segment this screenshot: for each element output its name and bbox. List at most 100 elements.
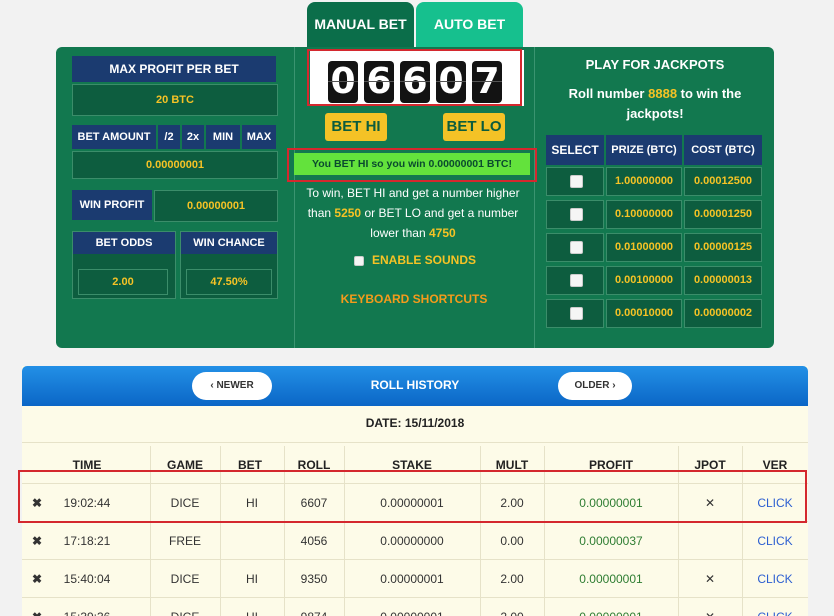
col-stake: STAKE bbox=[392, 458, 432, 472]
col-mult: MULT bbox=[495, 458, 529, 472]
history-row: ✖ 15:40:04 DICE HI 9350 0.00000001 2.00 … bbox=[22, 559, 808, 598]
half-button[interactable]: /2 bbox=[158, 125, 180, 149]
col-game: GAME bbox=[167, 458, 203, 472]
row-jpot bbox=[678, 522, 742, 560]
row-profit: 0.00000001 bbox=[579, 496, 643, 510]
row-mult: 2.00 bbox=[480, 598, 544, 616]
roll-digit: 6 bbox=[400, 61, 430, 103]
tab-manual-bet[interactable]: MANUAL BET bbox=[307, 2, 414, 48]
col-bet: BET bbox=[238, 458, 262, 472]
jackpot-prize: 0.01000000 bbox=[606, 233, 682, 262]
roll-history-panel: ‹ NEWER ROLL HISTORY OLDER › DATE: 15/11… bbox=[22, 366, 808, 616]
panel-divider bbox=[294, 47, 295, 348]
jackpot-select-cell bbox=[546, 233, 604, 262]
max-profit-value: 20 BTC bbox=[72, 84, 278, 116]
row-verify-link[interactable]: CLICK bbox=[742, 484, 808, 522]
win-info-text: To win, BET HI and get a number higher t… bbox=[298, 183, 528, 243]
row-stake: 0.00000001 bbox=[380, 496, 444, 510]
win-chance-label: WIN CHANCE bbox=[181, 232, 277, 254]
panel-divider bbox=[534, 47, 535, 348]
jackpot-checkbox[interactable] bbox=[570, 274, 583, 287]
row-time: 15:39:36 bbox=[58, 598, 116, 616]
col-jpot: JPOT bbox=[694, 458, 726, 472]
jackpot-checkbox[interactable] bbox=[570, 175, 583, 188]
keyboard-shortcuts-link[interactable]: KEYBOARD SHORTCUTS bbox=[324, 292, 504, 306]
newer-button[interactable]: ‹ NEWER bbox=[192, 372, 272, 400]
jackpot-col-cost: COST (BTC) bbox=[684, 135, 762, 165]
older-label: OLDER bbox=[574, 380, 610, 391]
jackpot-prize: 0.00010000 bbox=[606, 299, 682, 328]
row-jpot: ✕ bbox=[704, 572, 716, 586]
row-time: 17:18:21 bbox=[63, 534, 111, 548]
win-profit-value: 0.00000001 bbox=[154, 190, 278, 222]
win-profit-label: WIN PROFIT bbox=[72, 190, 152, 220]
jackpot-cost: 0.00001250 bbox=[684, 200, 762, 229]
bet-amount-input[interactable]: 0.00000001 bbox=[72, 151, 278, 179]
jackpot-title: PLAY FOR JACKPOTS bbox=[585, 57, 725, 72]
hi-threshold: 5250 bbox=[334, 206, 362, 220]
bet-odds-value[interactable]: 2.00 bbox=[78, 269, 168, 295]
row-verify-link[interactable]: CLICK bbox=[742, 522, 808, 560]
jackpot-subtitle-part: Roll number bbox=[568, 86, 645, 101]
jackpot-prize: 1.00000000 bbox=[606, 167, 682, 196]
row-roll: 9874 bbox=[284, 598, 344, 616]
bet-lo-button[interactable]: BET LO bbox=[443, 113, 505, 141]
row-jpot: ✕ bbox=[704, 496, 716, 510]
expand-icon[interactable]: ✖ bbox=[26, 560, 48, 598]
row-profit: 0.00000037 bbox=[579, 534, 643, 548]
max-profit-label: MAX PROFIT PER BET bbox=[72, 56, 276, 82]
jackpot-select-cell bbox=[546, 167, 604, 196]
row-roll: 4056 bbox=[300, 534, 328, 548]
jackpot-select-cell bbox=[546, 200, 604, 229]
expand-icon[interactable]: ✖ bbox=[26, 484, 48, 522]
roll-history-header: ‹ NEWER ROLL HISTORY OLDER › bbox=[22, 366, 808, 406]
jackpot-subtitle: Roll number 8888 to win the jackpots! bbox=[548, 84, 762, 124]
row-stake: 0.00000001 bbox=[380, 572, 444, 586]
chevron-right-icon: › bbox=[609, 380, 616, 391]
jackpot-checkbox[interactable] bbox=[570, 241, 583, 254]
history-divider bbox=[22, 442, 808, 443]
row-jpot: ✕ bbox=[678, 598, 742, 616]
history-row: ✖ 15:39:36 DICE HI 9874 0.00000001 2.00 … bbox=[22, 597, 808, 616]
row-game: DICE bbox=[150, 598, 220, 616]
max-button[interactable]: MAX bbox=[242, 125, 276, 149]
row-verify-link[interactable]: CLICK bbox=[742, 598, 808, 616]
row-profit: 0.00000001 bbox=[579, 572, 643, 586]
row-game: DICE bbox=[170, 572, 200, 586]
bet-panel: MAX PROFIT PER BET 20 BTC BET AMOUNT /2 … bbox=[56, 47, 774, 348]
col-ver: VER bbox=[762, 458, 788, 472]
row-time: 15:40:04 bbox=[63, 572, 111, 586]
jackpot-prize: 0.10000000 bbox=[606, 200, 682, 229]
older-button[interactable]: OLDER › bbox=[558, 372, 632, 400]
enable-sounds-checkbox[interactable] bbox=[354, 256, 364, 266]
bet-hi-button[interactable]: BET HI bbox=[325, 113, 387, 141]
jackpot-checkbox[interactable] bbox=[570, 208, 583, 221]
bet-amount-label: BET AMOUNT bbox=[72, 125, 156, 149]
roll-display: 0 6 6 0 7 bbox=[310, 50, 524, 106]
row-verify-link[interactable]: CLICK bbox=[742, 560, 808, 598]
jackpot-select-cell bbox=[546, 266, 604, 295]
roll-digit: 0 bbox=[436, 61, 466, 103]
expand-icon[interactable]: ✖ bbox=[26, 598, 48, 616]
expand-icon[interactable]: ✖ bbox=[26, 522, 48, 560]
min-button[interactable]: MIN bbox=[206, 125, 240, 149]
row-bet: HI bbox=[246, 496, 258, 510]
jackpot-prize: 0.00100000 bbox=[606, 266, 682, 295]
jackpot-cost: 0.00012500 bbox=[684, 167, 762, 196]
newer-label: NEWER bbox=[216, 380, 254, 391]
double-button[interactable]: 2x bbox=[182, 125, 204, 149]
jackpot-number: 8888 bbox=[648, 86, 678, 101]
row-time: 19:02:44 bbox=[63, 496, 111, 510]
col-profit: PROFIT bbox=[589, 458, 633, 472]
jackpot-cost: 0.00000002 bbox=[684, 299, 762, 328]
jackpot-select-cell bbox=[546, 299, 604, 328]
win-chance-value[interactable]: 47.50% bbox=[186, 269, 272, 295]
row-bet bbox=[220, 522, 284, 560]
jackpot-checkbox[interactable] bbox=[570, 307, 583, 320]
roll-digit: 0 bbox=[328, 61, 358, 103]
tab-auto-bet[interactable]: AUTO BET bbox=[416, 2, 523, 48]
row-mult: 0.00 bbox=[500, 534, 524, 548]
enable-sounds-label[interactable]: ENABLE SOUNDS bbox=[372, 253, 476, 267]
jackpot-col-select: SELECT bbox=[546, 135, 604, 165]
row-mult: 2.00 bbox=[500, 572, 524, 586]
